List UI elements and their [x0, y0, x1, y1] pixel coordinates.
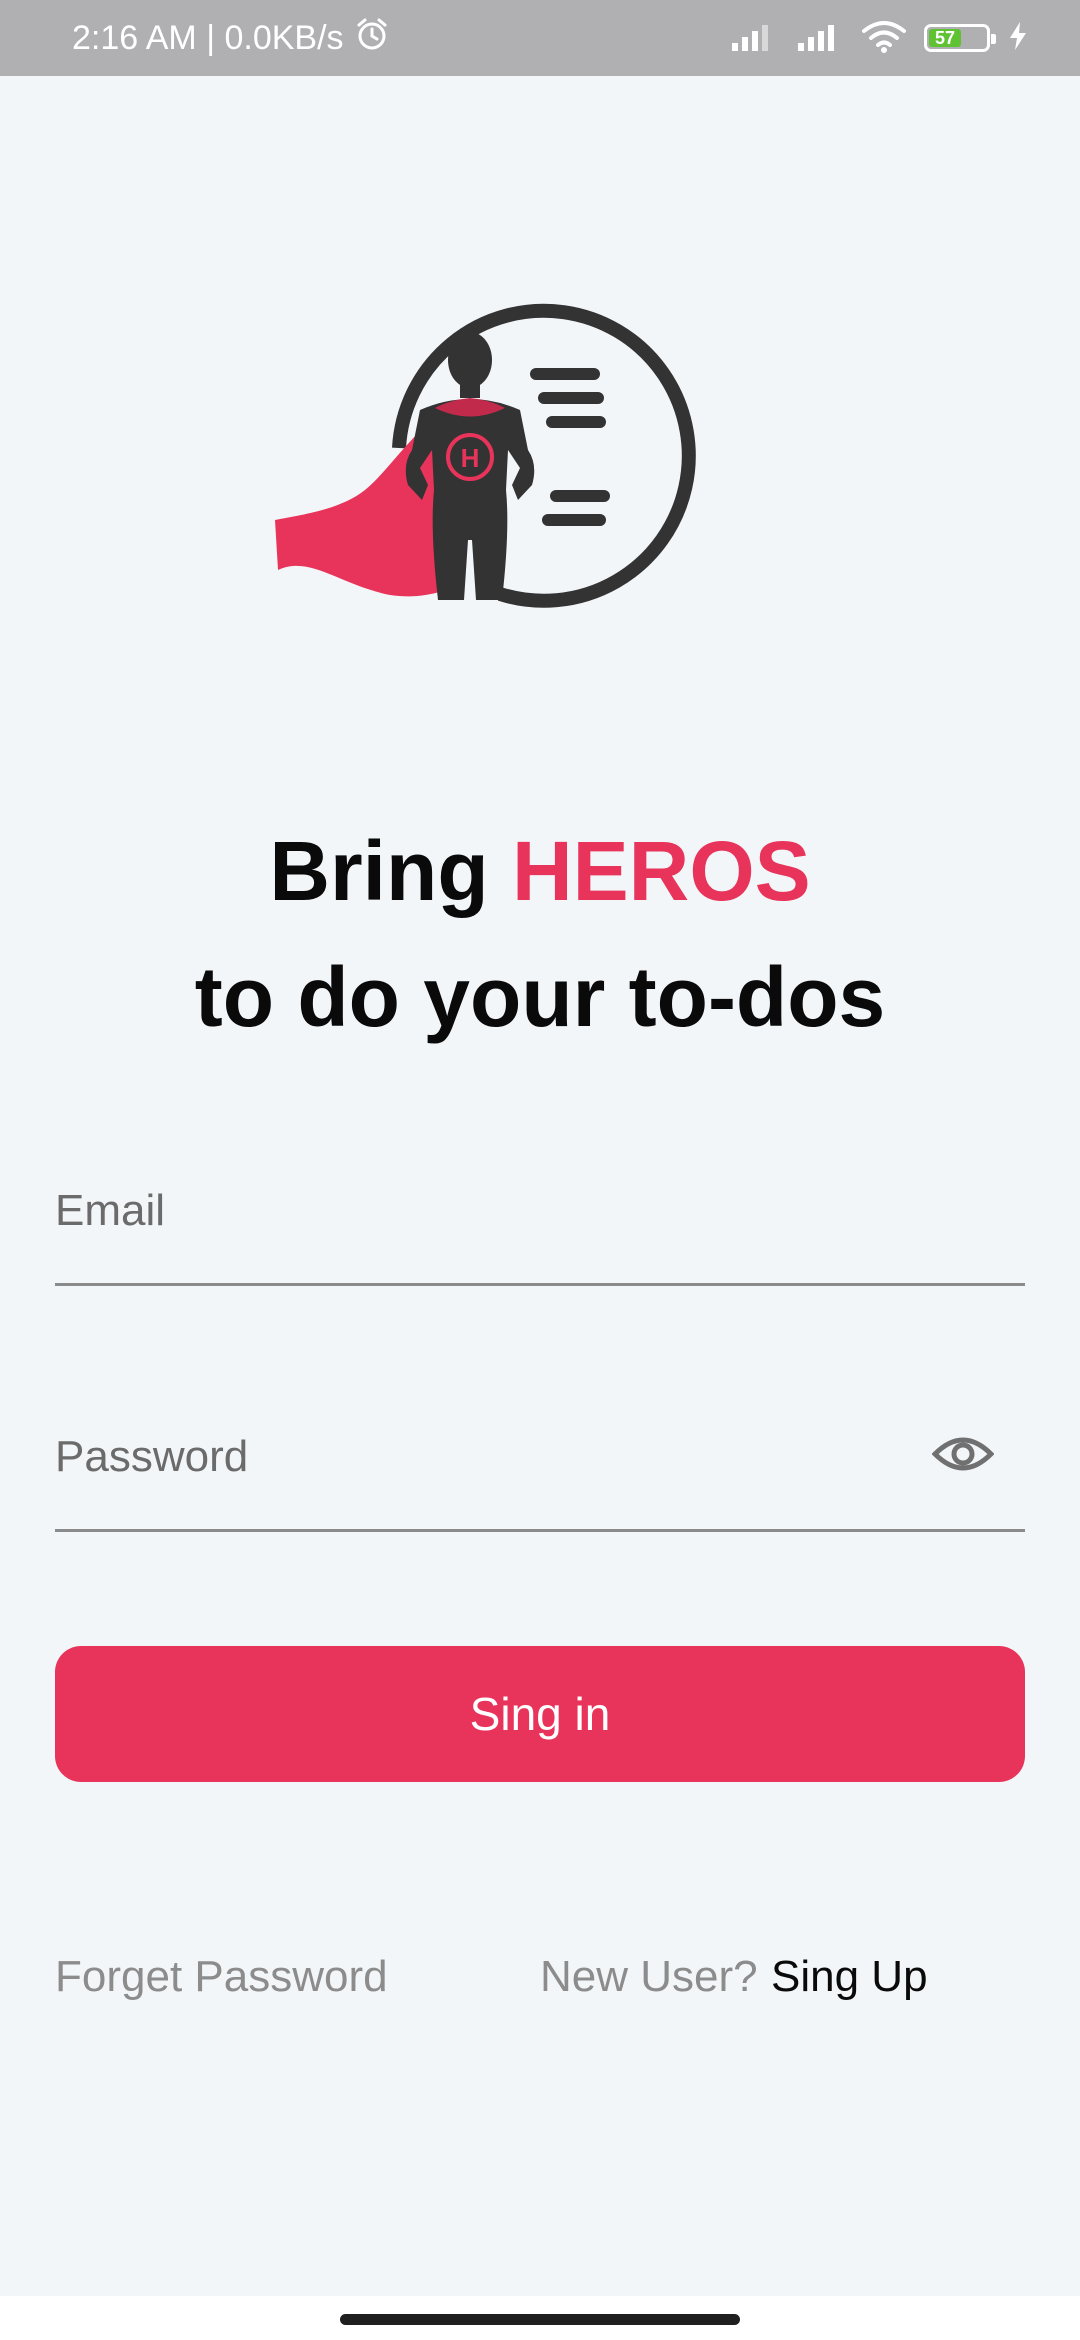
status-left: 2:16 AM | 0.0KB/s [72, 16, 390, 61]
email-label: Email [55, 1186, 166, 1235]
email-field[interactable]: Email [55, 1186, 1025, 1286]
signal-icon [796, 21, 844, 56]
signin-button[interactable]: Sing in [55, 1646, 1025, 1782]
headline-prefix: Bring [269, 824, 512, 918]
battery-icon: 57 [924, 24, 996, 52]
eye-icon[interactable] [931, 1422, 995, 1486]
headline: Bring HEROS to do your to-dos [0, 808, 1080, 1060]
status-bar: 2:16 AM | 0.0KB/s 57 [0, 0, 1080, 76]
new-user-prompt: New User? [540, 1952, 758, 2001]
home-indicator[interactable] [340, 2314, 740, 2325]
password-field[interactable]: Password [55, 1432, 1025, 1532]
status-right: 57 [730, 19, 1028, 58]
headline-line1: Bring HEROS [0, 808, 1080, 934]
charging-icon [1008, 21, 1028, 56]
app-logo: H [270, 300, 710, 620]
wifi-icon [862, 19, 906, 58]
signup-link[interactable]: Sing Up [771, 1952, 928, 2002]
signal-icon [730, 21, 778, 56]
password-label: Password [55, 1432, 249, 1481]
forget-password-link[interactable]: Forget Password [55, 1952, 388, 2002]
status-time-speed: 2:16 AM | 0.0KB/s [72, 18, 344, 57]
logo-emblem-letter: H [461, 443, 480, 473]
alarm-icon [354, 16, 390, 61]
headline-accent: HEROS [511, 824, 811, 918]
headline-line2: to do your to-dos [194, 950, 886, 1044]
battery-level: 57 [929, 29, 961, 47]
